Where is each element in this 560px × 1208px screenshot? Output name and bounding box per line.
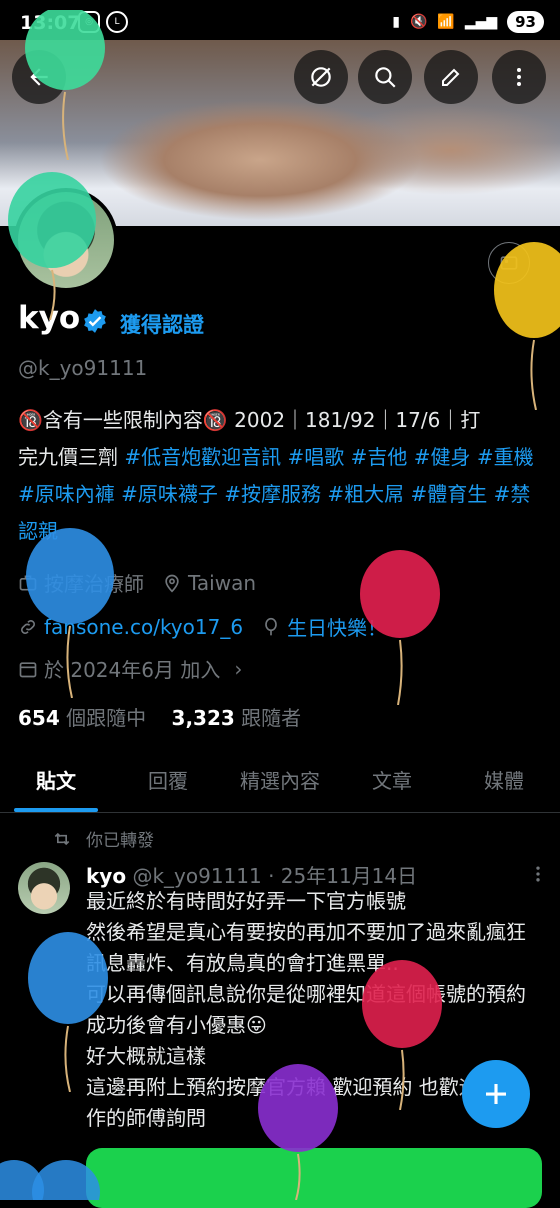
location: Taiwan bbox=[188, 570, 257, 595]
hashtag-link[interactable]: #原味內褲 bbox=[18, 482, 115, 506]
edit-button[interactable] bbox=[424, 50, 478, 104]
chevron-right-icon: › bbox=[234, 656, 243, 681]
location-icon bbox=[165, 574, 179, 593]
tab-media[interactable]: 媒體 bbox=[448, 758, 560, 812]
hashtag-link[interactable]: #粗大屌 bbox=[327, 482, 404, 506]
hashtag-link[interactable]: #唱歌 bbox=[287, 445, 344, 469]
plus-icon bbox=[486, 1084, 506, 1104]
balloon-decoration bbox=[25, 10, 105, 160]
post-more-button[interactable] bbox=[528, 864, 548, 888]
more-vertical-icon bbox=[517, 68, 521, 86]
signal-icon: ▂▄▆ bbox=[464, 14, 498, 30]
search-button[interactable] bbox=[358, 50, 412, 104]
balloon-decoration bbox=[494, 242, 560, 410]
pencil-icon bbox=[442, 68, 460, 86]
profile-tabs: 貼文 回覆 精選內容 文章 媒體 bbox=[0, 758, 560, 813]
repost-icon bbox=[54, 832, 70, 845]
post-header: kyo @k_yo91111 · 25年11月14日 bbox=[86, 860, 417, 889]
post-avatar[interactable] bbox=[18, 862, 70, 914]
grok-icon bbox=[311, 67, 331, 87]
tab-articles[interactable]: 文章 bbox=[336, 758, 448, 812]
hashtag-link[interactable]: #吉他 bbox=[351, 445, 408, 469]
grok-button[interactable] bbox=[294, 50, 348, 104]
mute-icon: 🔇 bbox=[409, 14, 428, 30]
compose-button[interactable] bbox=[462, 1060, 530, 1128]
followers-link[interactable]: 3,323 跟隨者 bbox=[172, 706, 302, 730]
balloon-icon bbox=[265, 617, 277, 635]
balloon-decoration bbox=[28, 932, 108, 1092]
tab-posts[interactable]: 貼文 bbox=[0, 758, 112, 812]
follow-stats: 654 個跟隨中 3,323 跟隨者 bbox=[18, 702, 301, 731]
hashtag-link[interactable]: #低音炮歡迎音訊 bbox=[124, 445, 281, 469]
profile-handle: @k_yo91111 bbox=[18, 356, 148, 380]
battery-indicator: 93 bbox=[507, 11, 544, 33]
repost-indicator: 你已轉發 bbox=[52, 826, 154, 851]
balloon-decoration bbox=[258, 1064, 338, 1200]
balloon-decoration bbox=[360, 550, 440, 705]
tab-replies[interactable]: 回覆 bbox=[112, 758, 224, 812]
hashtag-link[interactable]: #健身 bbox=[414, 445, 471, 469]
more-vertical-icon bbox=[536, 866, 540, 882]
hashtag-link[interactable]: #原味襪子 bbox=[121, 482, 218, 506]
more-options-button[interactable] bbox=[492, 50, 546, 104]
hashtag-link[interactable]: #按摩服務 bbox=[224, 482, 321, 506]
bio-line: 完九價三劑 bbox=[18, 445, 118, 469]
post-handle-date: @k_yo91111 · 25年11月14日 bbox=[132, 864, 418, 888]
hashtag-link[interactable]: #重機 bbox=[477, 445, 534, 469]
tab-highlights[interactable]: 精選內容 bbox=[224, 758, 336, 812]
post-author[interactable]: kyo bbox=[86, 864, 126, 888]
following-link[interactable]: 654 個跟隨中 bbox=[18, 706, 146, 730]
notification-icon: ▮ bbox=[392, 14, 400, 30]
balloon-decoration bbox=[362, 960, 442, 1110]
wifi-icon: 📶 bbox=[437, 14, 455, 30]
hashtag-link[interactable]: #體育生 bbox=[411, 482, 488, 506]
balloon-decoration bbox=[0, 1160, 100, 1200]
bio-line: 🔞含有一些限制內容🔞 2002｜181/92｜17/6｜打 bbox=[18, 408, 481, 432]
search-icon bbox=[375, 67, 396, 88]
balloon-decoration bbox=[26, 528, 114, 698]
balloon-decoration bbox=[8, 172, 96, 320]
get-verified-link[interactable]: 獲得認證 bbox=[120, 309, 204, 339]
